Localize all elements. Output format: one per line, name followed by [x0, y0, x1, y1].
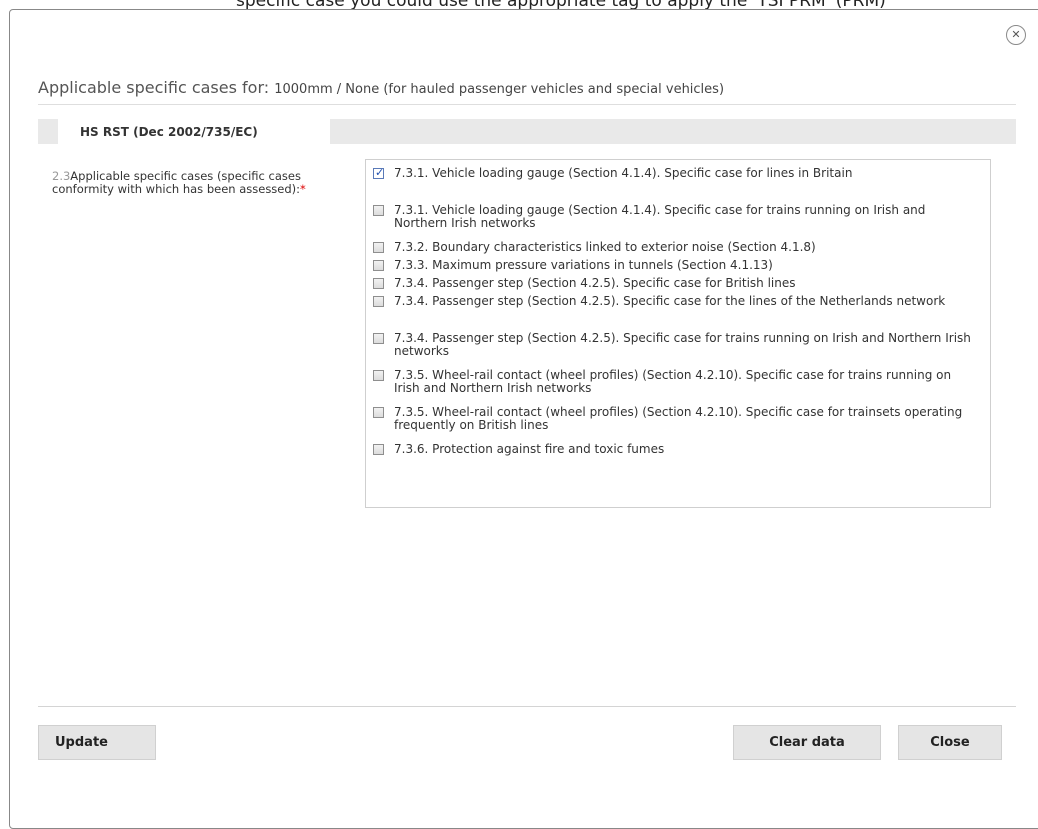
case-checkbox[interactable]: [373, 444, 384, 455]
field-label-text: Applicable specific cases (specific case…: [52, 169, 301, 196]
specific-cases-list: ✓ 7.3.1. Vehicle loading gauge (Section …: [365, 159, 991, 508]
clear-data-button[interactable]: Clear data: [733, 725, 881, 760]
case-checkbox[interactable]: [373, 278, 384, 289]
background-page-text: specific case you could use the appropri…: [236, 0, 1036, 9]
dialog-title-label: Applicable specific cases for:: [38, 78, 270, 97]
case-checkbox[interactable]: [373, 296, 384, 307]
case-option-label: 7.3.5. Wheel-rail contact (wheel profile…: [394, 405, 963, 432]
close-button[interactable]: Close: [898, 725, 1002, 760]
case-option-label: 7.3.6. Protection against fire and toxic…: [394, 442, 665, 456]
close-icon[interactable]: ✕: [1006, 25, 1026, 45]
title-divider: [38, 104, 1016, 105]
dialog-title-value: 1000mm / None (for hauled passenger vehi…: [274, 82, 725, 97]
checkmark-icon: ✓: [375, 166, 385, 179]
section-tab-hs-rst: HS RST (Dec 2002/735/EC): [58, 119, 330, 147]
footer-divider: [38, 706, 1016, 707]
case-option-label: 7.3.3. Maximum pressure variations in tu…: [394, 258, 773, 272]
case-checkbox[interactable]: [373, 260, 384, 271]
dialog-title: Applicable specific cases for: 1000mm / …: [38, 78, 724, 97]
case-checkbox[interactable]: [373, 242, 384, 253]
field-number: 2.3: [52, 169, 71, 183]
case-option-label: 7.3.1. Vehicle loading gauge (Section 4.…: [394, 203, 926, 230]
case-checkbox[interactable]: [373, 370, 384, 381]
case-checkbox[interactable]: ✓: [373, 166, 385, 179]
case-option-label: 7.3.4. Passenger step (Section 4.2.5). S…: [394, 276, 796, 290]
case-option-label: 7.3.5. Wheel-rail contact (wheel profile…: [394, 368, 952, 395]
applicable-cases-label: 2.3Applicable specific cases (specific c…: [52, 170, 357, 196]
case-checkbox[interactable]: [373, 407, 384, 418]
required-marker: *: [300, 182, 306, 196]
case-option-label: 7.3.4. Passenger step (Section 4.2.5). S…: [394, 331, 971, 358]
update-button[interactable]: Update: [38, 725, 156, 760]
case-checkbox[interactable]: [373, 333, 384, 344]
case-option-label: 7.3.1. Vehicle loading gauge (Section 4.…: [394, 166, 853, 180]
case-option-label: 7.3.2. Boundary characteristics linked t…: [394, 240, 816, 254]
case-option-label: 7.3.4. Passenger step (Section 4.2.5). S…: [394, 294, 946, 308]
case-checkbox[interactable]: [373, 205, 384, 216]
